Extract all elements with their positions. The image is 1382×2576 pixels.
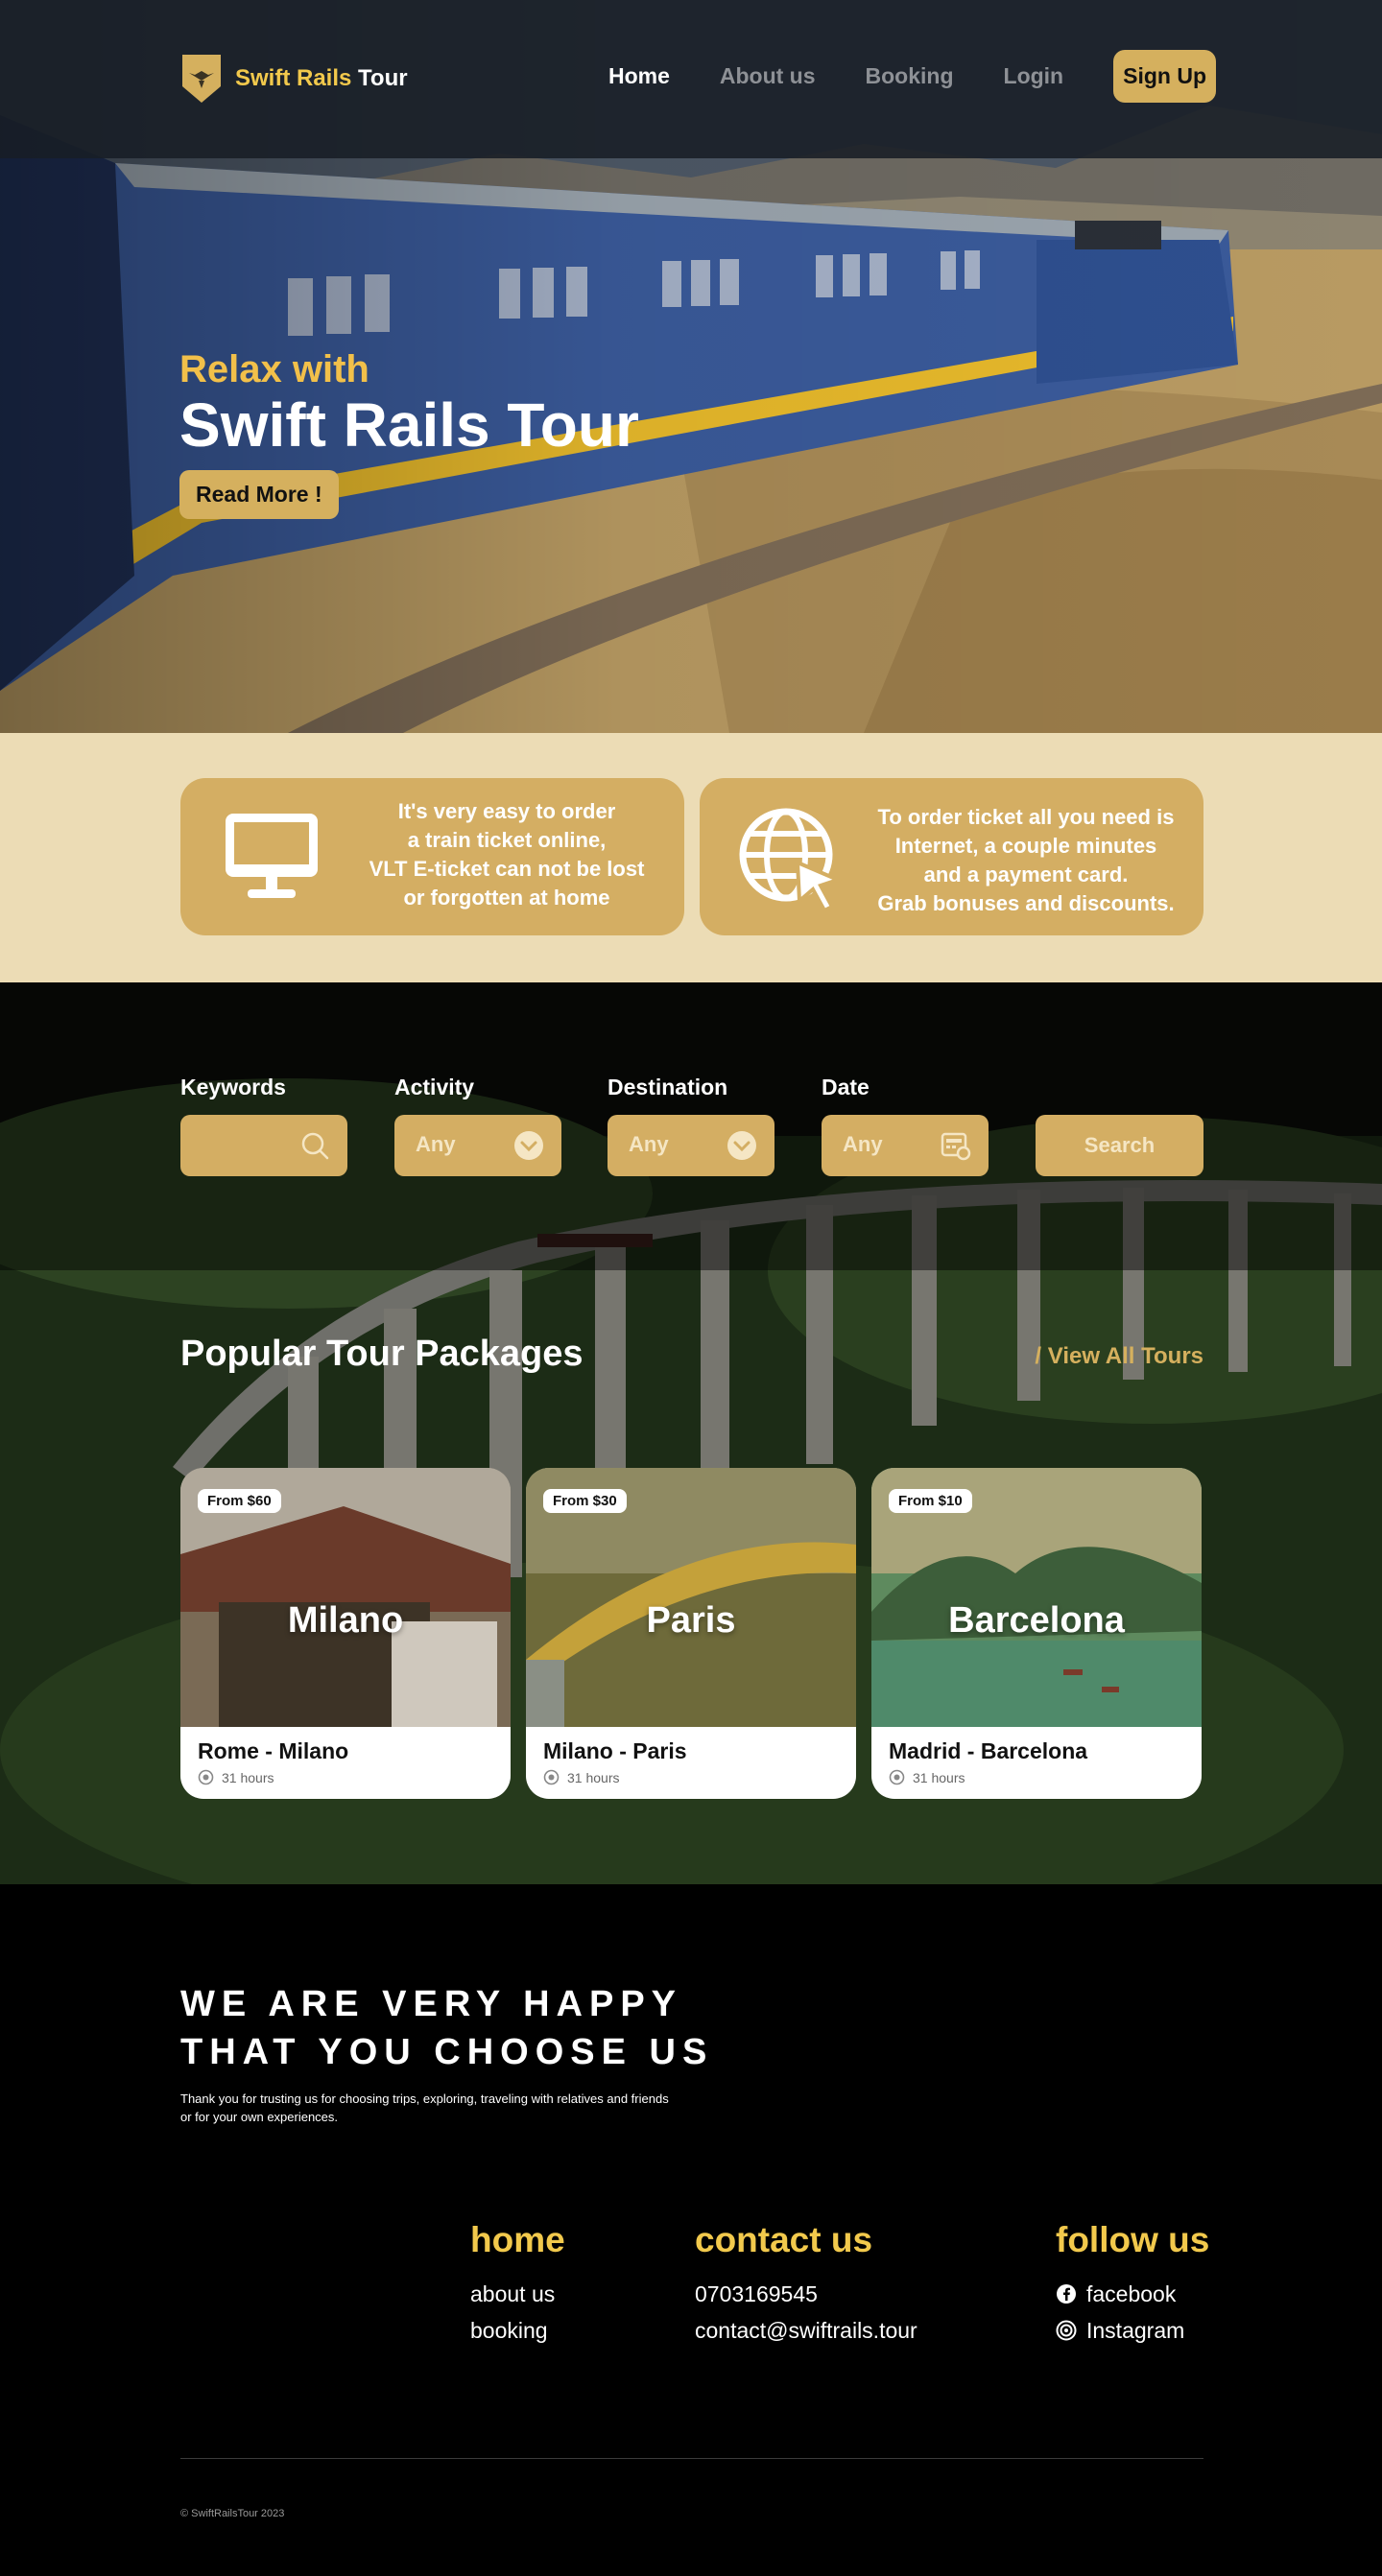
info-line: It's very easy to order	[397, 799, 616, 823]
tour-duration-text: 31 hours	[913, 1769, 965, 1785]
nav-link-home[interactable]: Home	[608, 63, 670, 89]
search-button[interactable]: Search	[1036, 1115, 1203, 1176]
facebook-label: facebook	[1086, 2281, 1177, 2306]
footer-home-heading[interactable]: home	[470, 2220, 565, 2260]
tours-section: Keywords Activity Any Destination Any Da…	[0, 982, 1382, 1884]
brand-logo[interactable]: Swift Rails Tour	[179, 52, 408, 106]
price-badge: From $10	[889, 1489, 972, 1513]
brand-name-part1: Swift Rails	[235, 65, 352, 91]
happy-heading-line1: WE ARE VERY HAPPY	[180, 1984, 683, 2024]
info-line: or forgotten at home	[403, 886, 610, 910]
copyright-text: © SwiftRailsTour 2023	[180, 2508, 285, 2519]
tour-duration: 31 hours	[889, 1769, 965, 1785]
info-section: It's very easy to order a train ticket o…	[0, 733, 1382, 982]
info-card-easy-order: It's very easy to order a train ticket o…	[180, 778, 684, 935]
hero-title: Swift Rails Tour	[179, 390, 639, 460]
activity-select[interactable]: Any	[394, 1115, 561, 1176]
tour-route: Madrid - Barcelona	[889, 1738, 1088, 1763]
nav-link-login[interactable]: Login	[1004, 63, 1064, 89]
footer-link-booking[interactable]: booking	[470, 2312, 565, 2349]
activity-label: Activity	[394, 1075, 475, 1099]
destination-label: Destination	[608, 1075, 728, 1099]
tour-city: Paris	[646, 1600, 736, 1641]
footer-phone[interactable]: 0703169545	[695, 2276, 917, 2312]
hero-section: Swift Rails Tour Home About us Booking L…	[0, 0, 1382, 733]
info-line: and a payment card.	[923, 863, 1129, 886]
destination-select[interactable]: Any	[608, 1115, 774, 1176]
keywords-label: Keywords	[180, 1075, 286, 1099]
footer-follow-heading: follow us	[1056, 2220, 1210, 2259]
chevron-down-icon	[727, 1131, 756, 1160]
calendar-icon	[941, 1132, 971, 1161]
activity-value: Any	[416, 1132, 456, 1156]
happy-heading: WE ARE VERY HAPPY THAT YOU CHOOSE US	[180, 1980, 713, 2076]
date-value: Any	[843, 1132, 883, 1156]
footer-link-instagram[interactable]: Instagram	[1056, 2312, 1209, 2349]
tour-duration: 31 hours	[543, 1769, 619, 1785]
shield-logo-icon	[182, 55, 221, 103]
instagram-label: Instagram	[1086, 2318, 1185, 2343]
happy-heading-line2: THAT YOU CHOOSE US	[180, 2032, 714, 2072]
facebook-icon	[1057, 2284, 1076, 2304]
tour-city: Barcelona	[948, 1600, 1125, 1641]
signup-button[interactable]: Sign Up	[1113, 50, 1216, 103]
footer-divider	[180, 2458, 1203, 2459]
footer-email[interactable]: contact@swiftrails.tour	[695, 2312, 917, 2349]
info-line: Grab bonuses and discounts.	[877, 891, 1175, 915]
clock-icon	[543, 1769, 560, 1785]
clock-icon	[198, 1769, 214, 1785]
info-card-internet: To order ticket all you need is Internet…	[700, 778, 1203, 935]
tour-duration: 31 hours	[198, 1769, 274, 1785]
nav-menu: Home About us Booking Login Sign Up	[559, 50, 1216, 103]
tour-route: Rome - Milano	[198, 1738, 349, 1763]
info-line: a train ticket online,	[407, 828, 607, 852]
tour-card-milano[interactable]: From $60 Milano Rome - Milano 31 hours	[180, 1468, 511, 1799]
footer-contact-heading: contact us	[695, 2220, 873, 2259]
hero-text: Relax with Swift Rails Tour Read More !	[179, 347, 639, 519]
footer-follow-column: follow us facebook Instagram	[1056, 2220, 1209, 2349]
tour-city: Milano	[287, 1600, 404, 1641]
instagram-icon	[1056, 2320, 1077, 2341]
read-more-button[interactable]: Read More !	[179, 470, 339, 519]
footer-home-column: home about us booking	[470, 2220, 565, 2349]
hero-kicker: Relax with	[179, 348, 369, 390]
destination-value: Any	[629, 1132, 669, 1156]
nav-link-about[interactable]: About us	[720, 63, 816, 89]
tour-card-paris[interactable]: From $30 Paris Milano - Paris 31 hours	[526, 1468, 856, 1799]
tour-card-barcelona[interactable]: From $10 Barcelona Madrid - Barcelona 31…	[871, 1468, 1202, 1799]
date-input[interactable]: Any	[822, 1115, 989, 1176]
info-card-text: It's very easy to order a train ticket o…	[344, 797, 670, 912]
info-card-text: To order ticket all you need is Internet…	[863, 803, 1189, 918]
info-line: Internet, a couple minutes	[894, 834, 1157, 858]
tour-duration-text: 31 hours	[222, 1769, 274, 1785]
brand-name-part2: Tour	[351, 65, 408, 91]
footer: WE ARE VERY HAPPY THAT YOU CHOOSE US Tha…	[0, 1884, 1382, 2576]
clock-icon	[889, 1769, 905, 1785]
globe-cursor-icon	[739, 808, 844, 912]
search-icon	[301, 1132, 329, 1160]
popular-tours-title: Popular Tour Packages	[180, 1334, 584, 1374]
view-all-tours-link[interactable]: / View All Tours	[1035, 1343, 1203, 1370]
brand-name: Swift Rails Tour	[235, 65, 408, 92]
happy-subtext: Thank you for trusting us for choosing t…	[180, 2092, 669, 2124]
price-badge: From $30	[543, 1489, 627, 1513]
tour-route: Milano - Paris	[543, 1738, 687, 1763]
footer-link-facebook[interactable]: facebook	[1056, 2276, 1209, 2312]
date-label: Date	[822, 1075, 870, 1099]
chevron-down-icon	[514, 1131, 543, 1160]
tour-duration-text: 31 hours	[567, 1769, 620, 1785]
top-navbar: Swift Rails Tour Home About us Booking L…	[0, 0, 1382, 158]
footer-contact-column: contact us 0703169545 contact@swiftrails…	[695, 2220, 917, 2349]
nav-link-booking[interactable]: Booking	[866, 63, 954, 89]
monitor-icon	[226, 814, 318, 898]
price-badge: From $60	[198, 1489, 281, 1513]
footer-link-about[interactable]: about us	[470, 2276, 565, 2312]
keywords-input[interactable]	[180, 1115, 347, 1176]
info-line: To order ticket all you need is	[877, 805, 1175, 829]
info-line: VLT E-ticket can not be lost	[369, 857, 645, 881]
